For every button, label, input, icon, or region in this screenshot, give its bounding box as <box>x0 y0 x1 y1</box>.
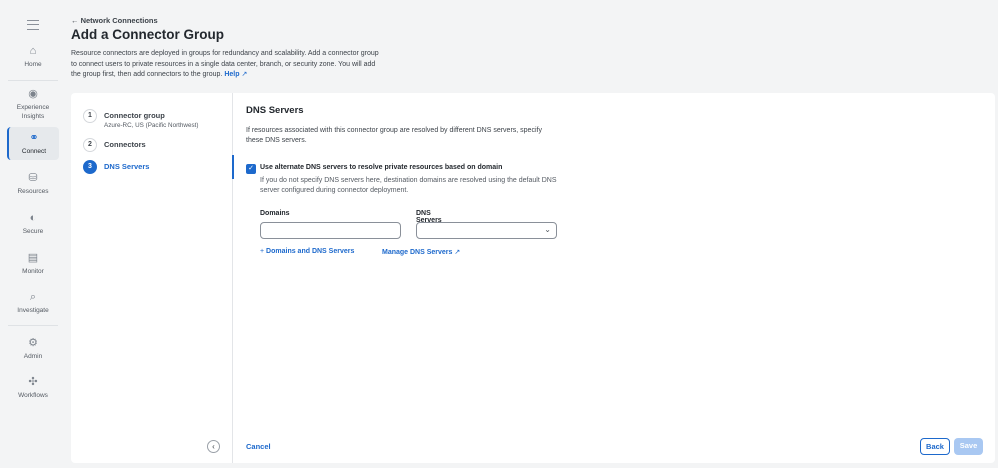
step-subtitle: Azure-RC, US (Pacific Northwest) <box>104 122 199 129</box>
section-description: If resources associated with this connec… <box>246 127 542 144</box>
add-domains-button[interactable]: + Domains and DNS Servers <box>260 248 354 255</box>
home-icon: ⌂ <box>29 45 37 57</box>
domains-input[interactable] <box>260 222 401 239</box>
back-button[interactable]: Back <box>920 438 950 455</box>
step-list: 1 Connector group Azure-RC, US (Pacific No… <box>71 93 234 463</box>
sidebar-item-label: Home <box>24 61 42 68</box>
cancel-button[interactable]: Cancel <box>246 442 271 451</box>
sidebar-item-experience-insights[interactable]: ◉ Experience Insights <box>7 88 59 121</box>
back-link[interactable]: ← Network Connections <box>71 16 158 25</box>
collapse-panel-button[interactable]: ‹ <box>207 440 220 453</box>
investigate-icon: ⌕ <box>29 291 37 303</box>
sidebar-item-label: Admin <box>23 353 43 360</box>
dns-servers-select[interactable]: ⌄ <box>416 222 557 239</box>
manage-dns-servers-link[interactable]: Manage DNS Servers ↗ <box>382 248 460 256</box>
help-label: Help <box>224 71 240 78</box>
section-title: DNS Servers <box>246 105 304 116</box>
help-link[interactable]: Help ↗ <box>224 71 247 78</box>
back-link-label: Network Connections <box>80 16 158 25</box>
domains-label: Domains <box>260 210 290 217</box>
sidebar-item-admin[interactable]: ⚙ Admin <box>7 337 59 361</box>
step-label: DNS Servers <box>104 162 150 171</box>
sidebar: ⌂ Home ◉ Experience Insights ⚭ Connect ⛁ Res… <box>0 0 65 468</box>
step-label: Connector group <box>104 111 165 120</box>
divider <box>8 80 58 81</box>
arrow-left-icon: ← <box>71 16 79 25</box>
sidebar-item-label: Workflows <box>18 392 48 399</box>
insights-icon: ◉ <box>28 88 38 100</box>
sidebar-item-label: Resources <box>17 188 49 195</box>
page-title: Add a Connector Group <box>71 27 224 42</box>
workflows-icon: ✣ <box>28 376 38 388</box>
wizard-card: 1 Connector group Azure-RC, US (Pacific No… <box>71 93 995 463</box>
plus-icon: + <box>260 248 265 255</box>
step-number: 2 <box>83 138 97 152</box>
step-number: 3 <box>83 160 97 174</box>
sidebar-item-label: Connect <box>21 148 47 155</box>
sidebar-item-home[interactable]: ⌂ Home <box>7 45 59 69</box>
chevron-left-icon: ‹ <box>212 442 215 451</box>
resources-icon: ⛁ <box>28 172 38 184</box>
sidebar-item-resources[interactable]: ⛁ Resources <box>7 172 59 196</box>
monitor-icon: ▤ <box>27 252 39 264</box>
divider <box>8 325 58 326</box>
external-link-icon: ↗ <box>454 249 461 256</box>
sidebar-item-monitor[interactable]: ▤ Monitor <box>7 252 59 276</box>
save-button[interactable]: Save <box>954 438 983 455</box>
shield-icon: ◐ <box>29 212 37 224</box>
manage-dns-label: Manage DNS Servers <box>382 249 453 256</box>
sidebar-item-investigate[interactable]: ⌕ Investigate <box>7 291 59 315</box>
active-step-indicator <box>232 155 234 179</box>
alternate-dns-checkbox[interactable]: ✓ <box>246 164 256 174</box>
menu-icon[interactable] <box>27 20 39 30</box>
checkbox-help-text: If you do not specify DNS servers here, … <box>260 177 557 194</box>
check-icon: ✓ <box>248 165 254 172</box>
connect-icon: ⚭ <box>29 132 39 144</box>
sidebar-item-label: Investigate <box>17 307 49 314</box>
page-description: Resource connectors are deployed in grou… <box>71 49 381 81</box>
admin-icon: ⚙ <box>28 337 38 349</box>
external-link-icon: ↗ <box>241 71 248 78</box>
step-label: Connectors <box>104 140 146 149</box>
sidebar-item-label: Experience Insights <box>16 104 50 120</box>
checkbox-label[interactable]: Use alternate DNS servers to resolve pri… <box>260 164 502 171</box>
sidebar-item-workflows[interactable]: ✣ Workflows <box>7 376 59 400</box>
sidebar-item-secure[interactable]: ◐ Secure <box>7 212 59 236</box>
add-domains-label: Domains and DNS Servers <box>266 248 355 255</box>
sidebar-item-label: Monitor <box>22 268 44 275</box>
sidebar-item-connect[interactable]: ⚭ Connect <box>7 127 59 160</box>
step-number: 1 <box>83 109 97 123</box>
chevron-down-icon: ⌄ <box>544 225 551 234</box>
sidebar-item-label: Secure <box>22 228 44 235</box>
